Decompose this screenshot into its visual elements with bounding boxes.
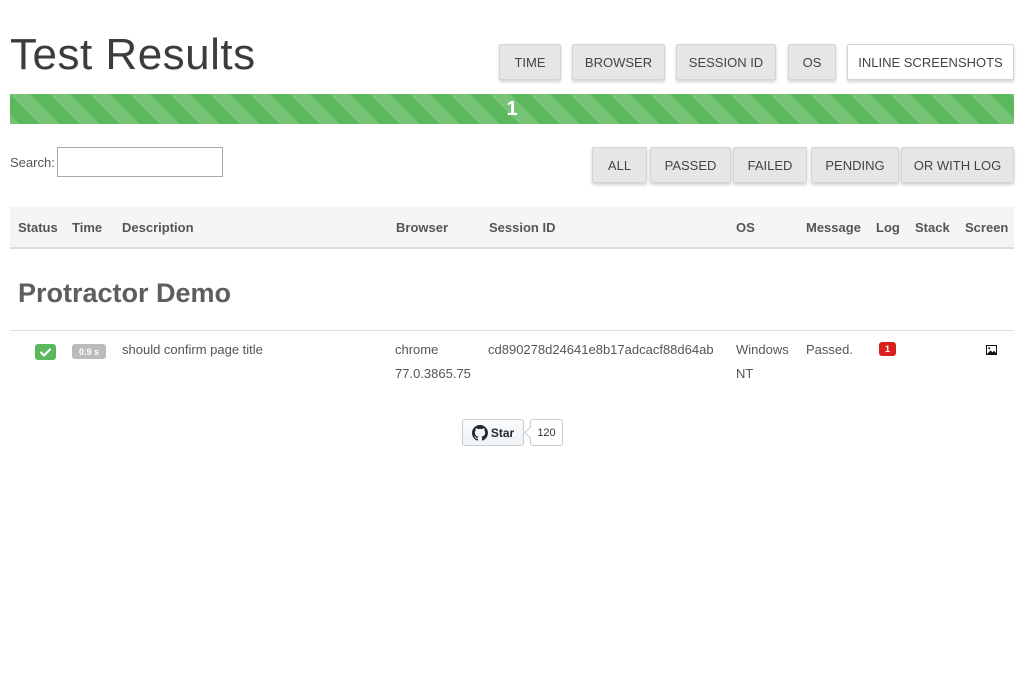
filter-passed-button[interactable]: PASSED <box>650 147 731 183</box>
results-progress-bar: 1 <box>10 94 1014 124</box>
header-stack: Stack <box>915 220 950 235</box>
browser-version: 77.0.3865.75 <box>395 366 471 381</box>
log-badge[interactable]: 1 <box>879 342 896 356</box>
table-header: Status Time Description Browser Session … <box>10 207 1014 249</box>
check-icon <box>35 344 56 360</box>
toggle-inline-screenshots-button[interactable]: INLINE SCREENSHOTS <box>847 44 1014 80</box>
toggle-browser-button[interactable]: BROWSER <box>572 44 665 80</box>
header-status: Status <box>18 220 58 235</box>
header-log: Log <box>876 220 900 235</box>
image-icon[interactable] <box>986 345 997 355</box>
search-input[interactable] <box>57 147 223 177</box>
filter-pending-button[interactable]: PENDING <box>811 147 899 183</box>
os-name-line2: NT <box>736 366 754 381</box>
progress-count: 1 <box>506 97 518 120</box>
result-message: Passed. <box>806 342 853 357</box>
suite-group-title: Protractor Demo <box>18 278 232 308</box>
github-star-label: Star <box>490 425 515 440</box>
os-name: Windows <box>736 342 789 357</box>
session-id: cd890278d24641e8b17adcacf88d64ab <box>488 342 714 357</box>
test-description: should confirm page title <box>122 342 263 357</box>
toggle-time-button[interactable]: TIME <box>499 44 561 80</box>
header-session-id: Session ID <box>489 220 556 235</box>
header-description: Description <box>122 220 194 235</box>
time-badge: 0.9 s <box>72 344 106 359</box>
toggle-session-id-button[interactable]: SESSION ID <box>676 44 776 80</box>
github-star-count[interactable]: 120 <box>530 419 563 446</box>
toggle-os-button[interactable]: OS <box>788 44 836 80</box>
filter-all-button[interactable]: ALL <box>592 147 647 183</box>
header-browser: Browser <box>396 220 449 235</box>
header-os: OS <box>736 220 755 235</box>
page-title: Test Results <box>10 30 256 79</box>
search-label: Search: <box>10 155 55 170</box>
browser-name: chrome <box>395 342 439 357</box>
header-screen: Screen <box>965 220 1009 235</box>
header-time: Time <box>72 220 103 235</box>
github-icon <box>471 424 488 441</box>
header-message: Message <box>806 220 861 235</box>
filter-failed-button[interactable]: FAILED <box>733 147 807 183</box>
row-divider <box>10 330 1014 331</box>
filter-or-with-log-button[interactable]: OR WITH LOG <box>901 147 1014 183</box>
github-star-button[interactable]: Star <box>462 419 524 446</box>
